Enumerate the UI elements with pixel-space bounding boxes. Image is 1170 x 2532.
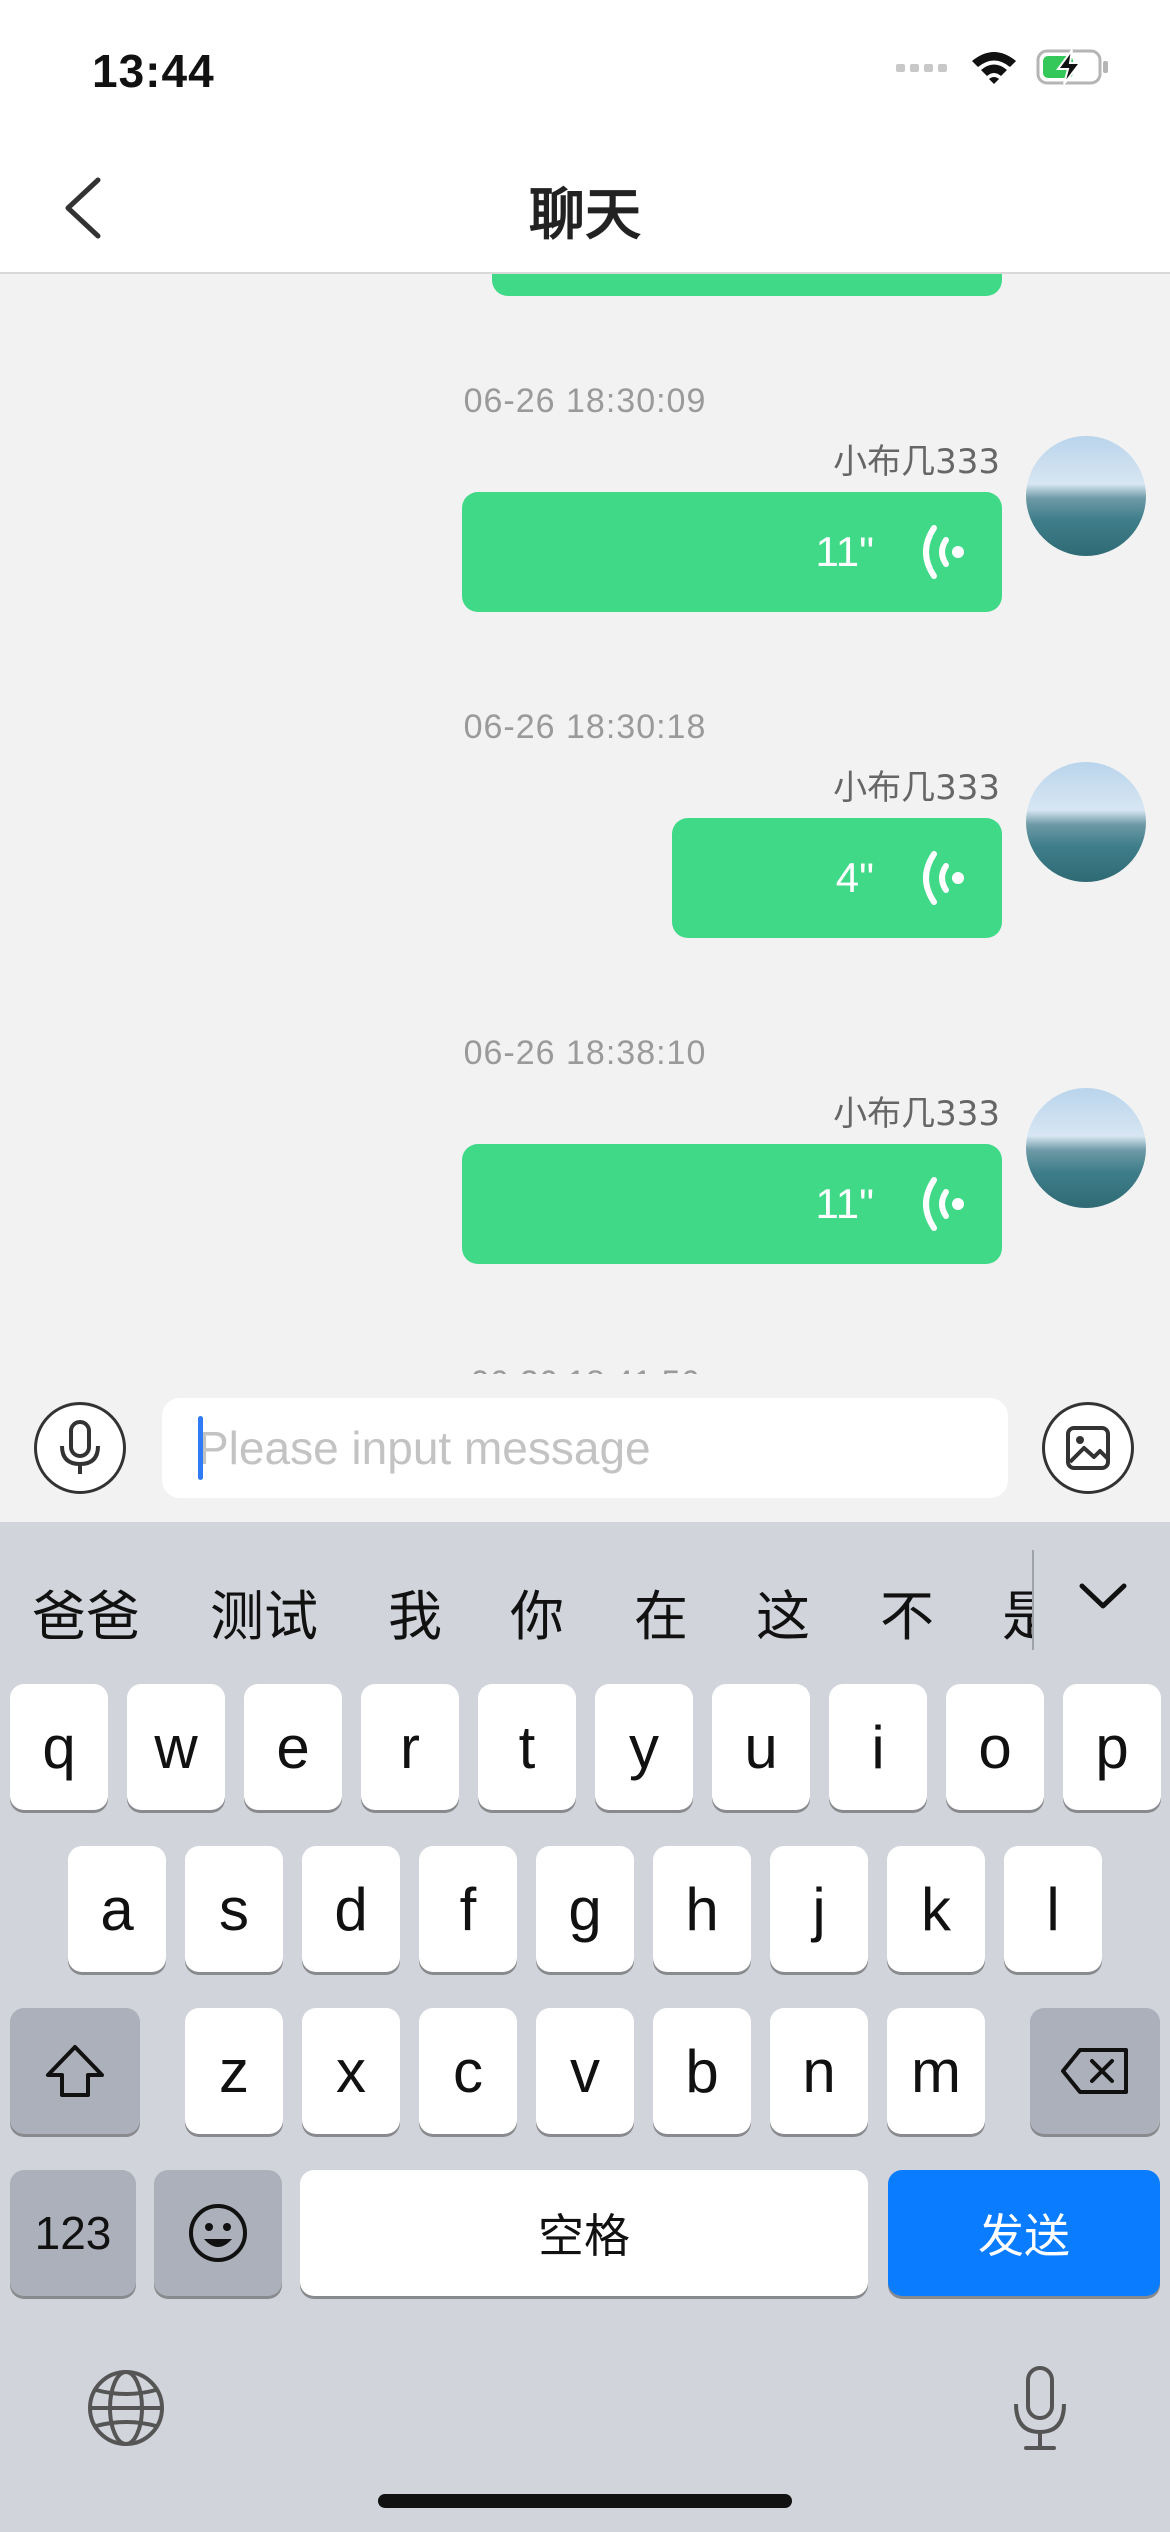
key-k[interactable]: k (887, 1846, 985, 1972)
candidate-word[interactable]: 在 (634, 1572, 688, 1651)
page-title: 聊天 (529, 183, 641, 248)
battery-charging-icon (1036, 49, 1108, 85)
send-key[interactable]: 发送 (888, 2170, 1160, 2296)
sender-name: 小布几333 (833, 768, 1000, 808)
candidate-word[interactable]: 你 (510, 1572, 564, 1651)
message-input[interactable] (162, 1398, 1008, 1498)
keyboard: 爸爸 测试 我 你 在 这 不 是 q w e r t y u i o p a … (0, 1522, 1170, 2532)
voice-duration: 11" (815, 528, 874, 575)
voice-wave-icon (923, 851, 964, 905)
avatar[interactable] (1026, 436, 1146, 556)
voice-message-bubble[interactable]: 11" (462, 492, 1002, 612)
key-x[interactable]: x (302, 2008, 400, 2134)
message-timestamp: 06-26 18:30:18 (463, 708, 707, 746)
key-q[interactable]: q (10, 1684, 108, 1810)
microphone-icon (60, 1420, 100, 1474)
voice-input-button[interactable] (34, 1402, 126, 1494)
voice-duration: 4" (835, 854, 874, 901)
partial-voice-bubble[interactable] (492, 274, 1002, 296)
key-z[interactable]: z (185, 2008, 283, 2134)
candidate-word[interactable]: 不 (880, 1572, 934, 1651)
candidate-word[interactable]: 测试 (210, 1572, 318, 1651)
sender-name: 小布几333 (833, 1094, 1000, 1134)
key-p[interactable]: p (1063, 1684, 1161, 1810)
voice-message-bubble[interactable]: 11" (462, 1144, 1002, 1264)
key-y[interactable]: y (595, 1684, 693, 1810)
text-caret (198, 1416, 203, 1480)
backspace-key[interactable] (1030, 2008, 1160, 2134)
emoji-icon (189, 2204, 247, 2262)
key-j[interactable]: j (770, 1846, 868, 1972)
key-c[interactable]: c (419, 2008, 517, 2134)
numbers-key[interactable]: 123 (10, 2170, 136, 2296)
home-indicator[interactable] (378, 2494, 792, 2508)
message-input-bar (0, 1374, 1170, 1522)
key-s[interactable]: s (185, 1846, 283, 1972)
key-t[interactable]: t (478, 1684, 576, 1810)
sender-name: 小布几333 (833, 442, 1000, 482)
status-time: 13:44 (92, 45, 215, 97)
avatar[interactable] (1026, 1088, 1146, 1208)
key-v[interactable]: v (536, 2008, 634, 2134)
key-o[interactable]: o (946, 1684, 1044, 1810)
key-r[interactable]: r (361, 1684, 459, 1810)
candidate-word[interactable]: 我 (388, 1572, 442, 1651)
dictation-microphone-icon[interactable] (1010, 2364, 1070, 2452)
emoji-key[interactable] (154, 2170, 282, 2296)
candidate-word[interactable]: 爸爸 (32, 1572, 140, 1651)
image-icon (1066, 1426, 1110, 1470)
nav-bar: 聊天 (0, 140, 1170, 274)
key-m[interactable]: m (887, 2008, 985, 2134)
key-e[interactable]: e (244, 1684, 342, 1810)
key-l[interactable]: l (1004, 1846, 1102, 1972)
status-bar: 13:44 (0, 0, 1170, 140)
backspace-icon (1061, 2048, 1128, 2094)
key-n[interactable]: n (770, 2008, 868, 2134)
key-d[interactable]: d (302, 1846, 400, 1972)
shift-arrow-icon (46, 2045, 104, 2097)
wifi-icon (972, 52, 1016, 84)
candidate-bar: 爸爸 测试 我 你 在 这 不 是 (0, 1522, 1170, 1682)
message-timestamp: 06-26 18:30:09 (463, 382, 707, 420)
status-icons (896, 48, 1110, 86)
key-b[interactable]: b (653, 2008, 751, 2134)
shift-key[interactable] (10, 2008, 140, 2134)
key-u[interactable]: u (712, 1684, 810, 1810)
chat-message-list[interactable]: 06-26 18:30:09 小布几333 11" 06-26 18:30:18… (0, 274, 1170, 1374)
candidate-divider (1032, 1550, 1034, 1650)
message-timestamp: 06-26 18:38:10 (463, 1034, 707, 1072)
key-w[interactable]: w (127, 1684, 225, 1810)
voice-wave-icon (923, 1177, 964, 1231)
voice-wave-icon (923, 525, 964, 579)
candidate-word[interactable]: 是 (1002, 1572, 1032, 1651)
voice-duration: 11" (815, 1180, 874, 1227)
key-h[interactable]: h (653, 1846, 751, 1972)
key-i[interactable]: i (829, 1684, 927, 1810)
avatar[interactable] (1026, 762, 1146, 882)
candidate-word[interactable]: 这 (756, 1572, 810, 1651)
key-a[interactable]: a (68, 1846, 166, 1972)
signal-icon (896, 64, 947, 72)
partial-message-timestamp: 06-26 18:41:56 (0, 1364, 1170, 1374)
voice-message-bubble[interactable]: 4" (672, 818, 1002, 938)
key-g[interactable]: g (536, 1846, 634, 1972)
chevron-down-icon[interactable] (1070, 1566, 1136, 1626)
globe-icon[interactable] (86, 2368, 166, 2448)
space-key[interactable]: 空格 (300, 2170, 868, 2296)
key-f[interactable]: f (419, 1846, 517, 1972)
image-picker-button[interactable] (1042, 1402, 1134, 1494)
